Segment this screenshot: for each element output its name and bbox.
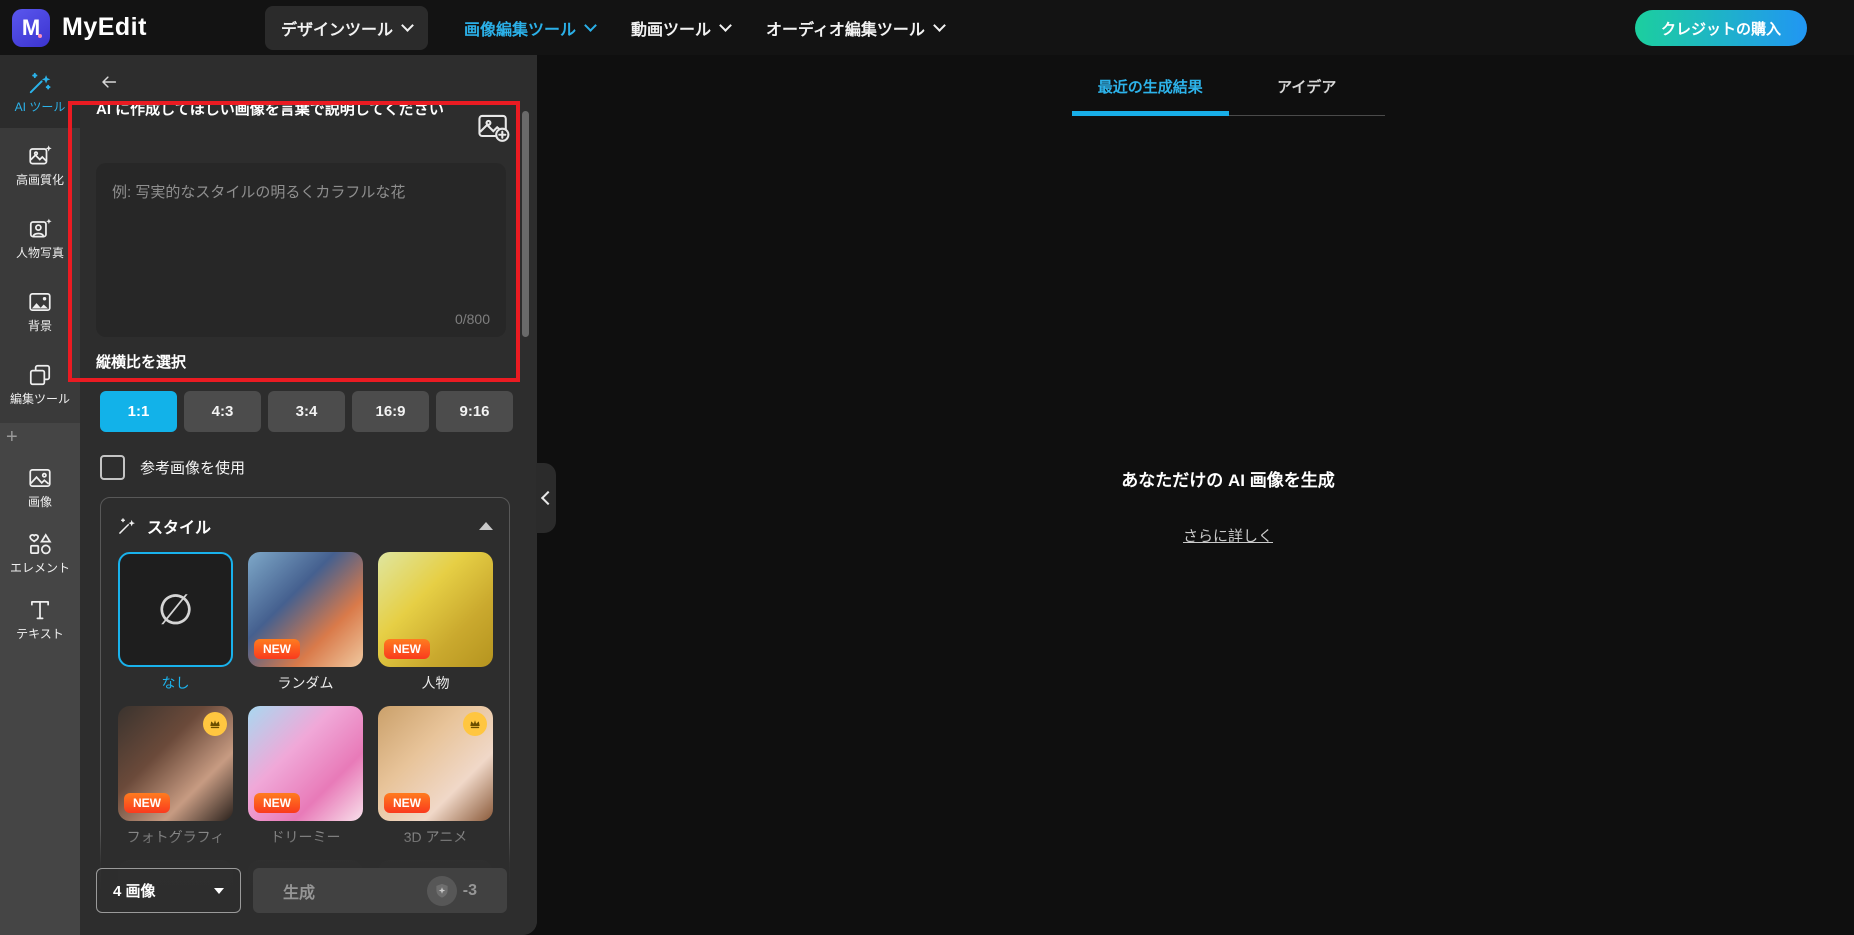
chevron-down-icon	[584, 19, 597, 32]
sidebar-item-text[interactable]: テキスト	[0, 589, 80, 647]
prompt-label: AI に作成してほしい画像を言葉で説明してください	[96, 99, 458, 122]
edit-tools-icon	[27, 362, 53, 388]
top-navbar: M MyEdit デザインツール 画像編集ツール 動画ツール オーディオ編集ツー…	[0, 0, 1854, 55]
magic-wand-icon	[27, 70, 53, 96]
reference-image-row[interactable]: 参考画像を使用	[100, 455, 245, 480]
image-add-button[interactable]	[476, 109, 512, 145]
tab-recent-results[interactable]: 最近の生成結果	[1072, 58, 1229, 115]
char-counter: 0/800	[455, 311, 490, 327]
back-arrow-icon	[100, 68, 118, 96]
collapse-up-icon[interactable]	[479, 522, 493, 530]
empty-state-link-wrap: さらに詳しく	[1030, 525, 1426, 546]
style-option-none[interactable]: ∅ なし	[118, 552, 233, 692]
style-3d-anime-thumbnail[interactable]: NEW	[378, 706, 493, 821]
enhance-image-icon	[27, 143, 53, 169]
style-random-thumbnail[interactable]: NEW	[248, 552, 363, 667]
style-section-header[interactable]: スタイル	[101, 498, 509, 548]
panel-collapse-handle[interactable]	[536, 463, 556, 533]
nav-audio-tools[interactable]: オーディオ編集ツール	[766, 16, 944, 40]
generate-button[interactable]: 生成 -3	[253, 868, 507, 913]
nav-video-tools[interactable]: 動画ツール	[631, 16, 730, 40]
style-option-person[interactable]: NEW 人物	[378, 552, 493, 692]
learn-more-link[interactable]: さらに詳しく	[1183, 528, 1273, 545]
aspect-16-9-button[interactable]: 16:9	[352, 391, 429, 432]
chevron-left-icon	[540, 491, 554, 505]
sidebar-top-section: AI ツール 高画質化 人物写真	[0, 55, 80, 423]
new-badge: NEW	[384, 639, 430, 659]
premium-crown-icon	[203, 712, 227, 736]
logo-text: MyEdit	[62, 13, 147, 42]
aspect-ratio-options: 1:1 4:3 3:4 16:9 9:16	[100, 391, 513, 432]
empty-set-icon: ∅	[157, 589, 194, 631]
empty-state-title: あなただけの AI 画像を生成	[1030, 466, 1426, 491]
style-option-photography[interactable]: NEW フォトグラフィ	[118, 706, 233, 846]
prompt-input-container: 0/800	[96, 163, 506, 337]
portrait-photo-icon	[27, 216, 53, 242]
sidebar-bottom-section: + 画像 エレメント テキスト	[0, 423, 80, 647]
prompt-textarea[interactable]	[96, 163, 506, 291]
nav-menus: デザインツール 画像編集ツール 動画ツール オーディオ編集ツール	[265, 6, 944, 50]
sidebar-item-background[interactable]: 背景	[0, 274, 80, 347]
style-option-random[interactable]: NEW ランダム	[248, 552, 363, 692]
style-none-tile[interactable]: ∅	[118, 552, 233, 667]
nav-image-tools[interactable]: 画像編集ツール	[464, 16, 595, 40]
aspect-ratio-label: 縦横比を選択	[96, 351, 186, 372]
style-photography-thumbnail[interactable]: NEW	[118, 706, 233, 821]
sidebar-item-image[interactable]: 画像	[0, 457, 80, 515]
sidebar-item-elements[interactable]: エレメント	[0, 523, 80, 581]
premium-crown-icon	[463, 712, 487, 736]
elements-shapes-icon	[27, 531, 53, 557]
sidebar-add-button[interactable]: +	[6, 427, 80, 449]
sidebar-item-portrait[interactable]: 人物写真	[0, 201, 80, 274]
reference-image-label: 参考画像を使用	[140, 457, 245, 478]
generate-footer: 4 画像 生成 -3	[80, 830, 537, 935]
image-count-dropdown[interactable]: 4 画像	[96, 868, 241, 913]
aspect-9-16-button[interactable]: 9:16	[436, 391, 513, 432]
new-badge: NEW	[254, 793, 300, 813]
aspect-4-3-button[interactable]: 4:3	[184, 391, 261, 432]
style-person-thumbnail[interactable]: NEW	[378, 552, 493, 667]
back-button[interactable]	[94, 67, 124, 97]
image-add-icon	[476, 109, 512, 145]
aspect-1-1-button[interactable]: 1:1	[100, 391, 177, 432]
sidebar-item-ai-tools[interactable]: AI ツール	[0, 55, 80, 128]
reference-image-checkbox[interactable]	[100, 455, 125, 480]
nav-design-tools[interactable]: デザインツール	[265, 6, 428, 50]
ai-image-panel: AI に作成してほしい画像を言葉で説明してください 0/800 縦横比を選択 1…	[80, 55, 537, 935]
style-wand-icon	[117, 516, 137, 536]
text-icon	[27, 597, 53, 623]
style-option-dreamy[interactable]: NEW ドリーミー	[248, 706, 363, 846]
tab-ideas[interactable]: アイデア	[1229, 58, 1386, 115]
credit-coin-icon	[427, 876, 457, 906]
style-section-title: スタイル	[147, 514, 211, 538]
sidebar-item-enhance[interactable]: 高画質化	[0, 128, 80, 201]
image-icon	[27, 465, 53, 491]
myedit-logo-icon: M	[12, 9, 50, 47]
myedit-logo[interactable]: M MyEdit	[12, 9, 147, 47]
sidebar-item-edit-tools[interactable]: 編集ツール	[0, 347, 80, 420]
left-sidebar: AI ツール 高画質化 人物写真	[0, 55, 80, 935]
chevron-down-icon	[401, 19, 414, 32]
aspect-3-4-button[interactable]: 3:4	[268, 391, 345, 432]
new-badge: NEW	[254, 639, 300, 659]
credit-cost: -3	[463, 882, 477, 900]
buy-credits-button[interactable]: クレジットの購入	[1635, 10, 1807, 46]
new-badge: NEW	[384, 793, 430, 813]
chevron-down-icon	[933, 19, 946, 32]
style-option-3d-anime[interactable]: NEW 3D アニメ	[378, 706, 493, 846]
style-dreamy-thumbnail[interactable]: NEW	[248, 706, 363, 821]
new-badge: NEW	[124, 793, 170, 813]
results-tabs: 最近の生成結果 アイデア	[1072, 58, 1385, 116]
panel-scrollbar[interactable]	[522, 111, 529, 337]
dropdown-caret-icon	[214, 888, 224, 894]
background-image-icon	[27, 289, 53, 315]
chevron-down-icon	[719, 19, 732, 32]
